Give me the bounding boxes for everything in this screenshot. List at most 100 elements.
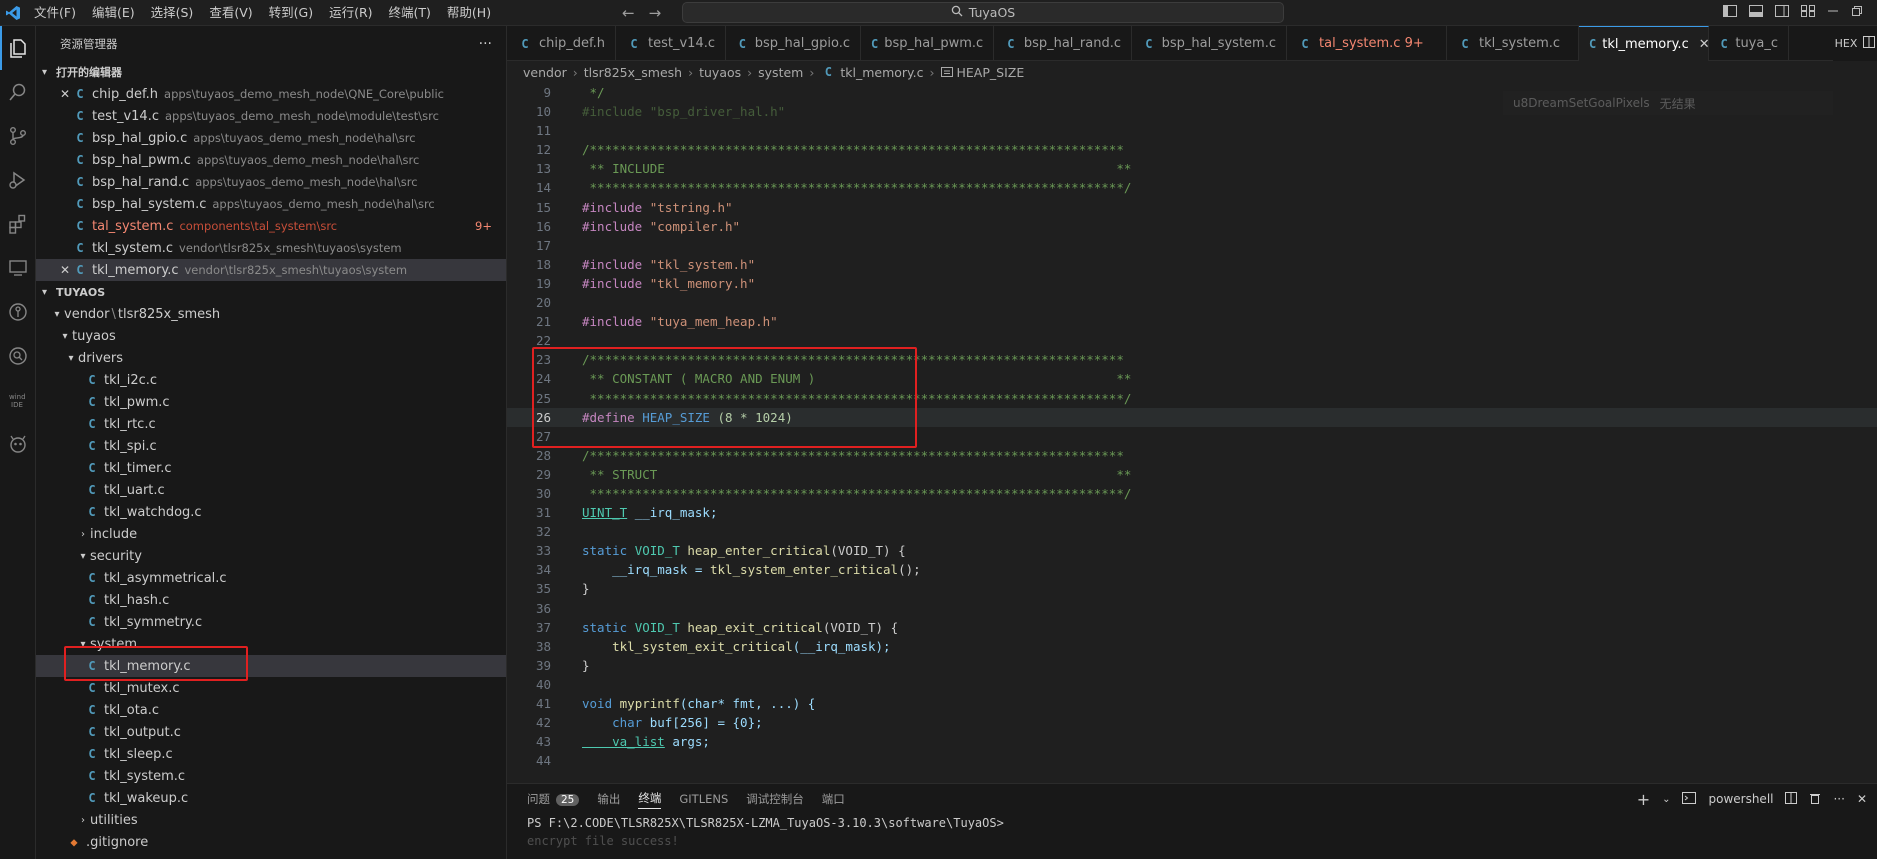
open-editor-item[interactable]: C bsp_hal_system.c apps\tuyaos_demo_mesh… xyxy=(36,193,506,215)
tuya-extension-icon[interactable] xyxy=(0,422,36,466)
tree-file[interactable]: Ctkl_uart.c xyxy=(36,479,506,501)
explorer-icon[interactable] xyxy=(0,26,36,70)
tree-file[interactable]: Ctkl_mutex.c xyxy=(36,677,506,699)
menu-terminal[interactable]: 终端(T) xyxy=(381,0,439,26)
tree-file[interactable]: Ctkl_watchdog.c xyxy=(36,501,506,523)
toggle-primary-sidebar-icon[interactable] xyxy=(1723,5,1737,21)
panel-tab-terminal[interactable]: 终端 xyxy=(638,790,662,809)
command-center-search[interactable]: TuyaOS xyxy=(682,2,1284,23)
breadcrumb-item[interactable]: system xyxy=(758,65,803,80)
hex-editor-button[interactable]: HEX xyxy=(1835,37,1858,50)
open-editor-item[interactable]: C bsp_hal_rand.c apps\tuyaos_demo_mesh_n… xyxy=(36,171,506,193)
run-debug-icon[interactable] xyxy=(0,158,36,202)
customize-layout-icon[interactable] xyxy=(1801,5,1815,21)
toggle-panel-icon[interactable] xyxy=(1749,5,1763,21)
tree-file[interactable]: Ctkl_hash.c xyxy=(36,589,506,611)
tree-file-gitignore[interactable]: ◆ .gitignore xyxy=(36,831,506,853)
close-panel-icon[interactable]: ✕ xyxy=(1857,792,1867,806)
panel-tab-gitlens[interactable]: GITLENS xyxy=(679,792,728,806)
close-icon[interactable]: ✕ xyxy=(58,87,72,101)
tab-tal-system[interactable]: Ctal_system.c 9+ xyxy=(1287,26,1447,61)
open-editor-item[interactable]: C test_v14.c apps\tuyaos_demo_mesh_node\… xyxy=(36,105,506,127)
minimize-icon[interactable] xyxy=(1827,5,1839,21)
source-control-icon[interactable] xyxy=(0,114,36,158)
more-actions-icon[interactable]: ··· xyxy=(479,36,492,52)
remote-explorer-icon[interactable] xyxy=(0,246,36,290)
new-terminal-icon[interactable]: + xyxy=(1637,790,1650,809)
menu-edit[interactable]: 编辑(E) xyxy=(84,0,143,26)
open-editors-header[interactable]: ▾ 打开的编辑器 xyxy=(36,61,506,83)
menu-run[interactable]: 运行(R) xyxy=(321,0,380,26)
kill-terminal-icon[interactable] xyxy=(1809,792,1821,807)
tree-file[interactable]: Ctkl_asymmetrical.c xyxy=(36,567,506,589)
folder-drivers[interactable]: ▾ drivers xyxy=(36,347,506,369)
folder-utilities[interactable]: › utilities xyxy=(36,809,506,831)
tree-file[interactable]: Ctkl_i2c.c xyxy=(36,369,506,391)
breadcrumb-item[interactable]: tlsr825x_smesh xyxy=(584,65,682,80)
split-terminal-icon[interactable] xyxy=(1785,791,1798,807)
more-actions-icon[interactable]: ··· xyxy=(1833,792,1844,806)
open-editor-item[interactable]: C tal_system.c components\tal_system\src… xyxy=(36,215,506,237)
tab-test-v14[interactable]: Ctest_v14.c xyxy=(616,26,726,61)
folder-security[interactable]: ▾ security xyxy=(36,545,506,567)
folder-include[interactable]: › include xyxy=(36,523,506,545)
back-arrow-icon[interactable]: ← xyxy=(622,4,635,22)
tree-file[interactable]: Ctkl_rtc.c xyxy=(36,413,506,435)
tree-file-active[interactable]: Ctkl_memory.c xyxy=(36,655,506,677)
open-editor-item[interactable]: ✕ C chip_def.h apps\tuyaos_demo_mesh_nod… xyxy=(36,83,506,105)
panel-tab-debug-console[interactable]: 调试控制台 xyxy=(746,791,804,807)
menu-selection[interactable]: 选择(S) xyxy=(143,0,202,26)
toggle-secondary-sidebar-icon[interactable] xyxy=(1775,5,1789,21)
tree-file[interactable]: Ctkl_pwm.c xyxy=(36,391,506,413)
menu-view[interactable]: 查看(V) xyxy=(201,0,260,26)
menu-go[interactable]: 转到(G) xyxy=(261,0,321,26)
wind-ide-icon[interactable]: wind IDE xyxy=(0,378,36,422)
terminal-shell-name[interactable]: powershell xyxy=(1708,792,1773,806)
tree-file[interactable]: Ctkl_timer.c xyxy=(36,457,506,479)
breadcrumb-item[interactable]: HEAP_SIZE xyxy=(957,65,1025,80)
menu-file[interactable]: 文件(F) xyxy=(26,0,84,26)
panel-tab-problems[interactable]: 问题 25 xyxy=(527,791,580,807)
tab-bsp-hal-system[interactable]: Cbsp_hal_system.c xyxy=(1132,26,1287,61)
tree-file[interactable]: Ctkl_spi.c xyxy=(36,435,506,457)
folder-tuyaos[interactable]: ▾ tuyaos xyxy=(36,325,506,347)
forward-arrow-icon[interactable]: → xyxy=(649,4,662,22)
tree-file[interactable]: Ctkl_sleep.c xyxy=(36,743,506,765)
tab-tkl-memory[interactable]: Ctkl_memory.c ✕ xyxy=(1579,26,1710,61)
close-icon[interactable]: ✕ xyxy=(58,263,72,277)
menu-help[interactable]: 帮助(H) xyxy=(439,0,499,26)
tab-bsp-hal-pwm[interactable]: Cbsp_hal_pwm.c xyxy=(861,26,994,61)
folder-system[interactable]: ▾ system xyxy=(36,633,506,655)
search-icon[interactable] xyxy=(0,70,36,114)
tab-bsp-hal-gpio[interactable]: Cbsp_hal_gpio.c xyxy=(726,26,861,61)
tab-tuya-c[interactable]: Ctuya_c xyxy=(1709,26,1789,61)
tree-file[interactable]: Ctkl_system.c xyxy=(36,765,506,787)
open-editor-item[interactable]: C bsp_hal_gpio.c apps\tuyaos_demo_mesh_n… xyxy=(36,127,506,149)
terminal-prompt[interactable]: PS F:\2.CODE\TLSR825X\TLSR825X-LZMA_Tuya… xyxy=(507,814,1877,832)
breadcrumb-item[interactable]: tuyaos xyxy=(699,65,741,80)
gitlens-inspect-icon[interactable] xyxy=(0,334,36,378)
tree-file[interactable]: Ctkl_ota.c xyxy=(36,699,506,721)
breadcrumb-item[interactable]: tkl_memory.c xyxy=(840,65,923,80)
tree-file[interactable]: Ctkl_output.c xyxy=(36,721,506,743)
tab-tkl-system[interactable]: Ctkl_system.c xyxy=(1447,26,1579,61)
open-editor-item-active[interactable]: ✕ C tkl_memory.c vendor\tlsr825x_smesh\t… xyxy=(36,259,506,281)
restore-icon[interactable] xyxy=(1851,5,1863,21)
panel-tab-output[interactable]: 输出 xyxy=(597,791,620,807)
tree-file[interactable]: Ctkl_wakeup.c xyxy=(36,787,506,809)
close-icon[interactable]: ✕ xyxy=(1699,37,1710,52)
split-editor-icon[interactable] xyxy=(1863,36,1876,51)
extensions-icon[interactable] xyxy=(0,202,36,246)
folder-vendor[interactable]: ▾ vendor \ tlsr825x_smesh xyxy=(36,303,506,325)
tree-file[interactable]: Ctkl_symmetry.c xyxy=(36,611,506,633)
open-editor-item[interactable]: C tkl_system.c vendor\tlsr825x_smesh\tuy… xyxy=(36,237,506,259)
open-editor-item[interactable]: C bsp_hal_pwm.c apps\tuyaos_demo_mesh_no… xyxy=(36,149,506,171)
tab-bsp-hal-rand[interactable]: Cbsp_hal_rand.c xyxy=(994,26,1132,61)
breadcrumb-item[interactable]: vendor xyxy=(523,65,567,80)
workspace-header[interactable]: ▾ TUYAOS xyxy=(36,281,506,303)
gitlens-icon[interactable] xyxy=(0,290,36,334)
panel-tab-ports[interactable]: 端口 xyxy=(822,791,845,807)
tab-chip-def[interactable]: Cchip_def.h xyxy=(507,26,617,61)
terminal-dropdown-icon[interactable]: ⌄ xyxy=(1662,794,1670,805)
code-editor[interactable]: u8DreamSetGoalPixels 无结果 9 */ 10 #include… xyxy=(507,83,1877,783)
